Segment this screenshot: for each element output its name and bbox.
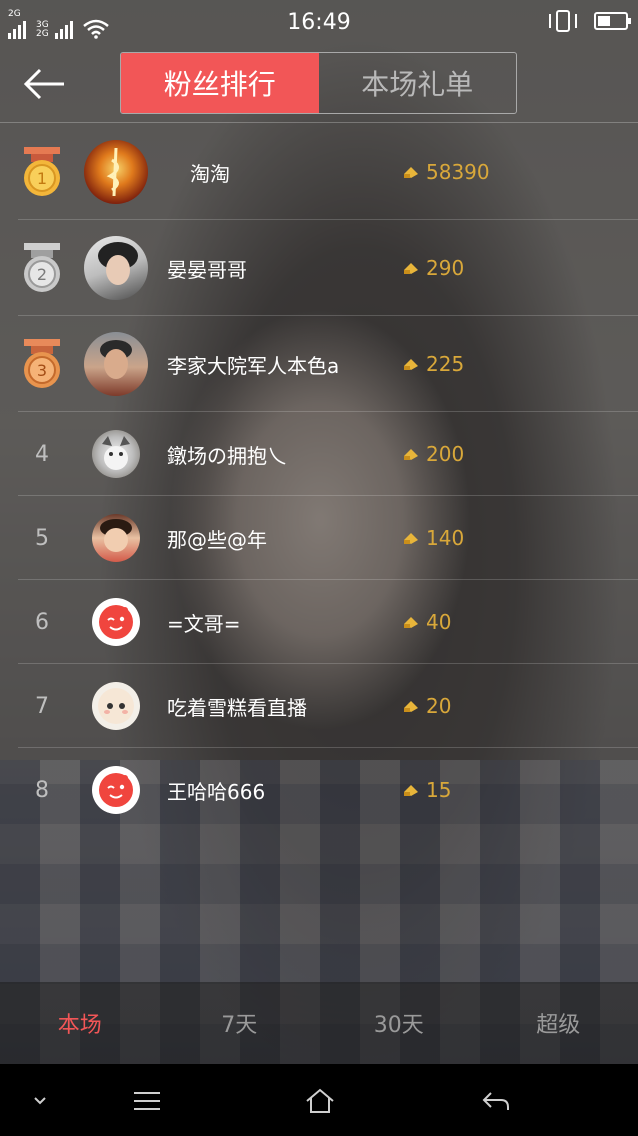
avatar[interactable]: [92, 598, 140, 646]
list-item[interactable]: 1 淘淘 58390: [0, 124, 638, 220]
rank-cell: 5: [0, 526, 84, 551]
tab-switcher: 粉丝排行 本场礼单: [120, 52, 517, 114]
avatar[interactable]: [92, 514, 140, 562]
back-arrow-icon[interactable]: [22, 64, 66, 104]
score-value: 225: [426, 352, 465, 376]
score-value: 290: [426, 256, 465, 280]
rank-number: 7: [35, 693, 49, 719]
home-icon[interactable]: [300, 1084, 340, 1118]
avatar[interactable]: [92, 766, 140, 814]
list-item[interactable]: 2 晏晏哥哥 290: [0, 220, 638, 316]
status-bar: 2G 3G 2G 16:49: [0, 0, 638, 46]
tab-this-session[interactable]: 本场: [0, 982, 160, 1064]
battery-icon: [594, 12, 631, 30]
default-avatar-icon: [99, 773, 133, 807]
system-nav-bar: [0, 1064, 638, 1136]
user-name: =文哥=: [167, 611, 241, 636]
score: 40: [402, 610, 451, 634]
user-name: 吃着雪糕看直播: [167, 695, 307, 720]
score-value: 200: [426, 442, 465, 466]
rank-cell: 1: [0, 146, 84, 198]
rank-number: 4: [35, 441, 49, 467]
list-item[interactable]: 5 那@些@年 140: [0, 496, 638, 580]
user-name: 那@些@年: [167, 527, 267, 552]
coin-icon: [404, 263, 418, 274]
rank-cell: 8: [0, 778, 84, 803]
status-right: [549, 10, 631, 32]
coin-icon: [404, 167, 418, 178]
coin-icon: [404, 533, 418, 544]
gold-medal-icon: 1: [24, 147, 60, 196]
score-value: 40: [426, 610, 452, 634]
coin-icon: [404, 701, 418, 712]
score: 20: [402, 694, 451, 718]
ranking-list: 1 淘淘 58390 2 晏晏哥哥 290 3 李家大院军人本色a 225 4 …: [0, 124, 638, 832]
tab-gift-list[interactable]: 本场礼单: [319, 53, 517, 113]
back-icon[interactable]: [476, 1084, 516, 1118]
tab-fan-ranking[interactable]: 粉丝排行: [121, 53, 319, 113]
score: 200: [402, 442, 464, 466]
tab-7-days[interactable]: 7天: [160, 982, 320, 1064]
bronze-medal-icon: 3: [24, 339, 60, 388]
coin-icon: [404, 785, 418, 796]
rank-cell: 2: [0, 242, 84, 294]
chevron-down-icon[interactable]: [20, 1084, 60, 1118]
tab-30-days[interactable]: 30天: [319, 982, 479, 1064]
score: 140: [402, 526, 464, 550]
user-name: 淘淘: [190, 161, 230, 186]
menu-icon[interactable]: [127, 1084, 167, 1118]
score: 58390: [402, 160, 490, 184]
list-item[interactable]: 7 吃着雪糕看直播 20: [0, 664, 638, 748]
user-name: 鐓场の拥抱乀: [167, 443, 287, 468]
score-value: 20: [426, 694, 452, 718]
divider: [0, 122, 638, 123]
score: 15: [402, 778, 451, 802]
rank-cell: 7: [0, 694, 84, 719]
user-name: 李家大院军人本色a: [167, 353, 340, 378]
avatar[interactable]: [84, 140, 148, 204]
avatar[interactable]: [92, 682, 140, 730]
avatar[interactable]: [84, 236, 148, 300]
score-value: 15: [426, 778, 452, 802]
coin-icon: [404, 617, 418, 628]
avatar[interactable]: [84, 332, 148, 396]
score-value: 140: [426, 526, 465, 550]
rank-number: 6: [35, 609, 49, 635]
rank-cell: 6: [0, 610, 84, 635]
header: 粉丝排行 本场礼单: [0, 46, 638, 122]
silver-medal-icon: 2: [24, 243, 60, 292]
clock: 16:49: [287, 10, 351, 35]
svg-text:2: 2: [37, 265, 47, 284]
rank-number: 5: [35, 525, 49, 551]
coin-icon: [404, 359, 418, 370]
rank-cell: 3: [0, 338, 84, 390]
score: 290: [402, 256, 464, 280]
phone-vibrate-icon: [549, 10, 577, 32]
default-avatar-icon: [99, 605, 133, 639]
range-tabs: 本场 7天 30天 超级: [0, 982, 638, 1064]
svg-text:3: 3: [37, 361, 47, 380]
rank-cell: 4: [0, 442, 84, 467]
score-value: 58390: [426, 160, 490, 184]
list-item[interactable]: 3 李家大院军人本色a 225: [0, 316, 638, 412]
list-item[interactable]: 6 =文哥= 40: [0, 580, 638, 664]
list-item[interactable]: 4 鐓场の拥抱乀 200: [0, 412, 638, 496]
list-item[interactable]: 8 王哈哈666 15: [0, 748, 638, 832]
svg-text:1: 1: [37, 169, 47, 188]
avatar[interactable]: [92, 430, 140, 478]
user-name: 晏晏哥哥: [167, 257, 247, 282]
tab-super[interactable]: 超级: [479, 982, 638, 1064]
user-name: 王哈哈666: [167, 779, 266, 804]
rank-number: 8: [35, 777, 49, 803]
score: 225: [402, 352, 464, 376]
coin-icon: [404, 449, 418, 460]
